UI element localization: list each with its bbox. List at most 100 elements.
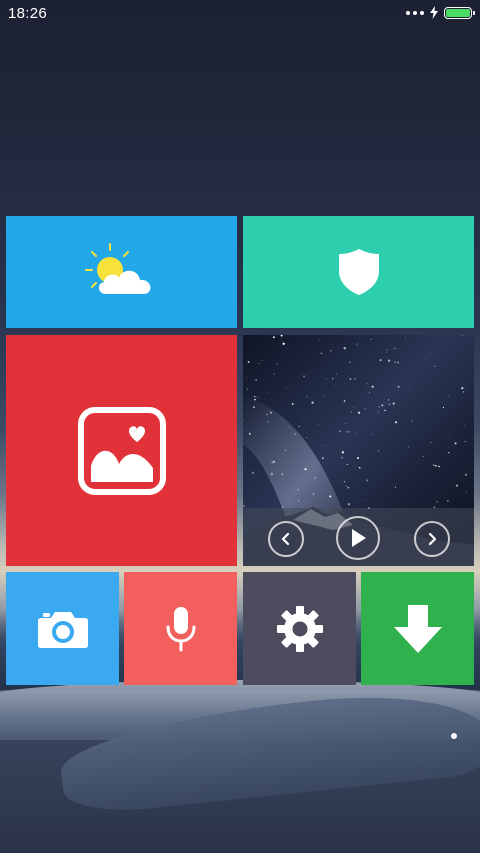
- star: [306, 436, 308, 438]
- star: [276, 363, 278, 365]
- star: [377, 449, 380, 452]
- star: [370, 338, 372, 340]
- star: [448, 451, 450, 454]
- star: [447, 394, 449, 396]
- star: [353, 407, 354, 408]
- star: [385, 352, 387, 353]
- star: [329, 495, 332, 498]
- star: [273, 460, 275, 463]
- star: [345, 430, 346, 432]
- star: [397, 361, 399, 364]
- star: [301, 417, 302, 419]
- star: [345, 423, 346, 424]
- star: [394, 347, 396, 350]
- security-tile[interactable]: [243, 216, 474, 328]
- star: [387, 359, 391, 362]
- star: [334, 384, 336, 385]
- star: [254, 395, 256, 398]
- star: [464, 424, 465, 426]
- star: [408, 446, 410, 448]
- star: [364, 499, 366, 501]
- star: [397, 385, 400, 388]
- star: [388, 399, 390, 401]
- star: [281, 341, 283, 342]
- star: [364, 408, 366, 410]
- battery-icon: [444, 6, 475, 19]
- star: [381, 404, 384, 407]
- star: [405, 337, 407, 339]
- star: [434, 464, 437, 467]
- star: [311, 401, 314, 404]
- star: [346, 485, 348, 487]
- star: [368, 392, 370, 394]
- previous-track-button[interactable]: [268, 521, 304, 557]
- star: [456, 484, 459, 487]
- star: [322, 457, 324, 459]
- star: [303, 375, 305, 378]
- star: [356, 343, 358, 345]
- music-player-tile[interactable]: [243, 335, 474, 566]
- star: [338, 430, 341, 433]
- star: [304, 468, 307, 471]
- star: [347, 486, 350, 489]
- star: [268, 392, 270, 393]
- gallery-tile[interactable]: [6, 335, 237, 566]
- star: [245, 377, 247, 379]
- download-arrow-icon: [393, 604, 442, 653]
- play-button[interactable]: [336, 516, 380, 560]
- voice-recorder-tile[interactable]: [124, 572, 237, 685]
- star: [447, 500, 449, 502]
- more-notifications-icon: [406, 10, 424, 15]
- star: [378, 406, 380, 408]
- settings-tile[interactable]: [243, 572, 356, 685]
- star: [343, 400, 346, 402]
- next-track-button[interactable]: [414, 521, 450, 557]
- star: [466, 490, 468, 492]
- star: [461, 387, 464, 390]
- star: [254, 398, 256, 401]
- star: [434, 365, 436, 367]
- star: [288, 426, 290, 428]
- previous-icon: [281, 532, 290, 546]
- star: [251, 471, 255, 474]
- star: [330, 350, 332, 352]
- weather-tile[interactable]: [6, 216, 237, 328]
- star: [320, 352, 323, 355]
- star: [394, 361, 397, 363]
- battery-level-fill: [446, 8, 470, 17]
- star: [294, 433, 297, 435]
- star: [355, 432, 357, 434]
- star: [255, 379, 257, 381]
- camera-tile[interactable]: [6, 572, 119, 685]
- star: [253, 406, 255, 409]
- gear-icon: [276, 605, 323, 652]
- star: [428, 406, 429, 408]
- star: [464, 473, 468, 476]
- star: [410, 390, 411, 392]
- star: [298, 425, 300, 428]
- camera-icon: [37, 611, 88, 648]
- star: [442, 406, 445, 409]
- wallpaper-light-dot: [451, 733, 457, 739]
- weather-icon: [84, 243, 151, 294]
- star: [318, 423, 320, 425]
- star: [366, 479, 369, 482]
- star: [430, 441, 432, 444]
- download-tile[interactable]: [361, 572, 474, 685]
- star: [281, 473, 284, 476]
- star: [261, 359, 263, 361]
- microphone-icon: [166, 606, 195, 651]
- star: [247, 361, 250, 363]
- star: [388, 403, 391, 406]
- star: [341, 456, 344, 459]
- star: [246, 388, 249, 391]
- star: [332, 378, 334, 380]
- star: [347, 430, 350, 433]
- gallery-icon: [77, 406, 166, 495]
- star: [285, 387, 287, 389]
- star: [454, 442, 457, 445]
- star: [319, 339, 320, 341]
- star: [325, 378, 327, 380]
- star: [436, 501, 438, 503]
- star: [322, 444, 324, 446]
